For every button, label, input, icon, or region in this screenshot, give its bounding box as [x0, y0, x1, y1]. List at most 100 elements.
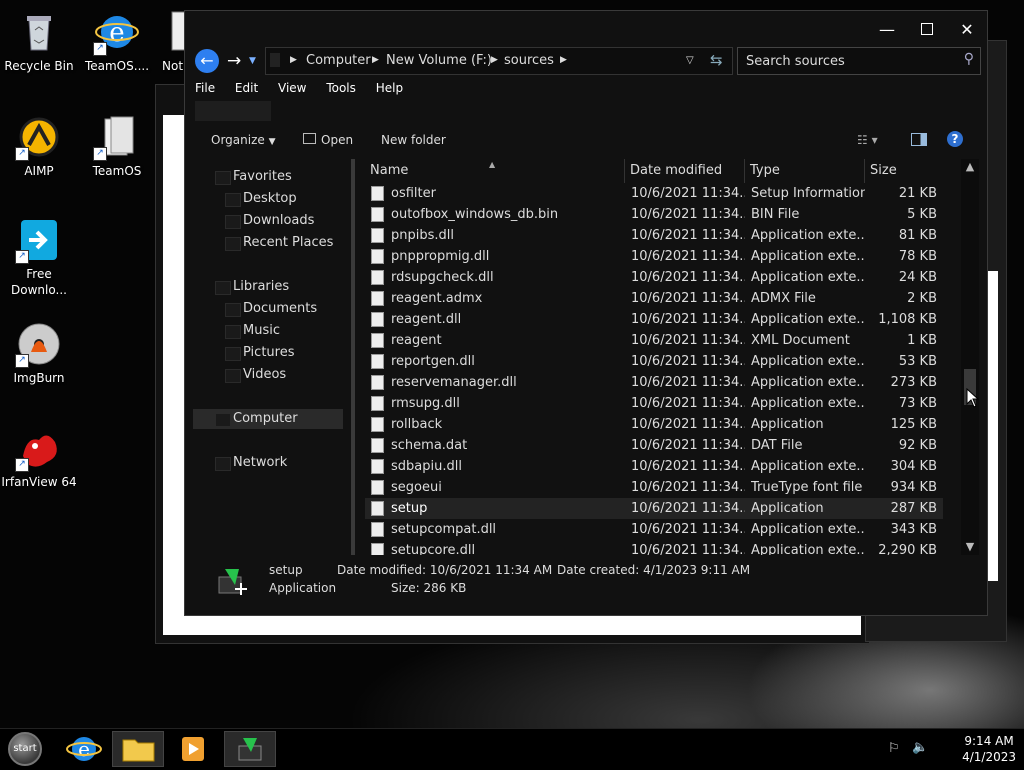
- forward-button[interactable]: →: [227, 49, 247, 73]
- title-bar[interactable]: — ✕: [185, 11, 987, 47]
- file-row[interactable]: reagent.dll 10/6/2021 11:34... Application…: [365, 309, 943, 330]
- breadcrumb-new-volume[interactable]: New Volume (F:): [386, 53, 492, 68]
- nav-computer[interactable]: Computer: [193, 409, 343, 429]
- file-row[interactable]: setup 10/6/2021 11:34... Application 287 KB: [365, 498, 943, 519]
- back-button[interactable]: ←: [195, 49, 219, 73]
- menu-file[interactable]: File: [195, 81, 215, 95]
- file-date-modified: 10/6/2021 11:34...: [631, 333, 745, 348]
- start-button[interactable]: start: [8, 732, 42, 766]
- file-row[interactable]: rollback 10/6/2021 11:34... Application 125…: [365, 414, 943, 435]
- explorer-window[interactable]: — ✕ ← → ▼ ▶ Computer ▶ New Volume (F:) ▶…: [184, 10, 988, 616]
- file-row[interactable]: osfilter 10/6/2021 11:34... Setup Informat…: [365, 183, 943, 204]
- file-icon: [371, 522, 384, 537]
- file-row[interactable]: segoeui 10/6/2021 11:34... TrueType font f…: [365, 477, 943, 498]
- breadcrumb-computer[interactable]: Computer: [306, 53, 371, 68]
- menu-view[interactable]: View: [278, 81, 306, 95]
- taskbar-media-player[interactable]: [168, 731, 220, 767]
- system-clock[interactable]: 9:14 AM 4/1/2023: [962, 733, 1016, 765]
- search-input[interactable]: [744, 51, 948, 71]
- recent-places-icon: [225, 237, 241, 251]
- breadcrumb-sources[interactable]: sources: [504, 53, 554, 68]
- file-row[interactable]: setupcore.dll 10/6/2021 11:34... Applicati…: [365, 540, 943, 555]
- search-box[interactable]: ⚲: [737, 47, 981, 75]
- column-header-date[interactable]: Date modified: [625, 159, 745, 183]
- scroll-down-icon[interactable]: ▼: [961, 539, 979, 555]
- file-name: reagent.admx: [391, 291, 483, 306]
- taskbar-internet-explorer[interactable]: e: [58, 731, 110, 767]
- nav-favorites[interactable]: Favorites: [193, 167, 343, 187]
- nav-music[interactable]: Music: [193, 321, 343, 341]
- desktop-icon-label: Recycle Bin: [4, 59, 74, 73]
- nav-videos[interactable]: Videos: [193, 365, 343, 385]
- close-button[interactable]: ✕: [947, 11, 987, 47]
- file-icon: [371, 543, 384, 555]
- desktop-icon-imgburn[interactable]: ↗ ImgBurn: [0, 322, 79, 386]
- recent-locations-dropdown[interactable]: ▼: [249, 51, 256, 71]
- file-row[interactable]: reservemanager.dll 10/6/2021 11:34... Appl…: [365, 372, 943, 393]
- file-type: Application exte...: [751, 270, 865, 285]
- search-icon[interactable]: ⚲: [964, 51, 974, 67]
- file-row[interactable]: sdbapiu.dll 10/6/2021 11:34... Application…: [365, 456, 943, 477]
- help-icon[interactable]: ?: [947, 131, 963, 147]
- address-dropdown-icon[interactable]: ▽: [686, 55, 694, 66]
- desktop-icon-recycle-bin[interactable]: Recycle Bin: [0, 10, 79, 74]
- minimize-button[interactable]: —: [867, 11, 907, 47]
- organize-button[interactable]: Organize ▼: [211, 133, 276, 147]
- scroll-up-icon[interactable]: ▲: [961, 159, 979, 175]
- breadcrumb-separator-icon: ▶: [491, 55, 498, 65]
- nav-label: Desktop: [243, 191, 297, 206]
- pane-splitter[interactable]: [351, 159, 355, 555]
- refresh-icon[interactable]: ⇆: [710, 51, 723, 69]
- maximize-button[interactable]: [907, 11, 947, 47]
- file-row[interactable]: rdsupgcheck.dll 10/6/2021 11:34... Applica…: [365, 267, 943, 288]
- file-row[interactable]: reagent.admx 10/6/2021 11:34... ADMX File 2…: [365, 288, 943, 309]
- desktop-icon-teamos[interactable]: ↗ TeamOS: [77, 115, 157, 179]
- volume-muted-icon[interactable]: 🔈: [912, 740, 928, 755]
- file-row[interactable]: reportgen.dll 10/6/2021 11:34... Applicati…: [365, 351, 943, 372]
- new-folder-button[interactable]: New folder: [381, 133, 446, 147]
- file-row[interactable]: schema.dat 10/6/2021 11:34... DAT File 92 K…: [365, 435, 943, 456]
- nav-recent-places[interactable]: Recent Places: [193, 233, 343, 253]
- desktop-icon-aimp[interactable]: ↗ AIMP: [0, 115, 79, 179]
- nav-pictures[interactable]: Pictures: [193, 343, 343, 363]
- nav-documents[interactable]: Documents: [193, 299, 343, 319]
- file-row[interactable]: pnppropmig.dll 10/6/2021 11:34... Applicat…: [365, 246, 943, 267]
- file-row[interactable]: reagent 10/6/2021 11:34... XML Document 1 K…: [365, 330, 943, 351]
- file-row[interactable]: pnpibs.dll 10/6/2021 11:34... Application …: [365, 225, 943, 246]
- nav-network[interactable]: Network: [193, 453, 343, 473]
- file-icon: [371, 207, 384, 222]
- preview-pane-icon[interactable]: [911, 133, 927, 149]
- nav-desktop[interactable]: Desktop: [193, 189, 343, 209]
- desktop-icon-notepad[interactable]: Not: [140, 10, 186, 74]
- taskbar-setup[interactable]: [224, 731, 276, 767]
- file-name: rdsupgcheck.dll: [391, 270, 494, 285]
- nav-libraries[interactable]: Libraries: [193, 277, 343, 297]
- menu-tools[interactable]: Tools: [326, 81, 356, 95]
- file-date-modified: 10/6/2021 11:34...: [631, 228, 745, 243]
- column-header-type[interactable]: Type: [745, 159, 865, 183]
- action-center-icon[interactable]: ⚐: [888, 741, 900, 756]
- chevron-down-icon: ▼: [268, 137, 276, 147]
- file-size: 343 KB: [890, 522, 937, 537]
- taskbar-file-explorer[interactable]: [112, 731, 164, 767]
- menu-edit[interactable]: Edit: [235, 81, 258, 95]
- libraries-icon: [215, 281, 231, 295]
- file-type: Application exte...: [751, 312, 865, 327]
- file-date-modified: 10/6/2021 11:34...: [631, 459, 745, 474]
- file-type: Application exte...: [751, 459, 865, 474]
- vertical-scrollbar[interactable]: ▲ ▼: [961, 159, 979, 555]
- column-header-size[interactable]: Size: [865, 159, 943, 183]
- file-icon: [371, 354, 384, 369]
- column-header-name[interactable]: Name ▲: [365, 159, 625, 183]
- desktop-icon-irfanview[interactable]: ↗ IrfanView 64: [0, 426, 79, 490]
- open-button[interactable]: Open: [303, 133, 353, 147]
- address-bar[interactable]: ▶ Computer ▶ New Volume (F:) ▶ sources ▶…: [265, 47, 733, 75]
- file-row[interactable]: outofbox_windows_db.bin 10/6/2021 11:34..…: [365, 204, 943, 225]
- nav-downloads[interactable]: Downloads: [193, 211, 343, 231]
- file-row[interactable]: rmsupg.dll 10/6/2021 11:34... Application …: [365, 393, 943, 414]
- menu-shadow: [195, 101, 271, 121]
- view-options-icon[interactable]: ☷ ▾: [857, 133, 878, 147]
- menu-help[interactable]: Help: [376, 81, 403, 95]
- desktop-icon-free-download[interactable]: ↗ Free Downlo...: [0, 218, 79, 298]
- file-row[interactable]: setupcompat.dll 10/6/2021 11:34... Applica…: [365, 519, 943, 540]
